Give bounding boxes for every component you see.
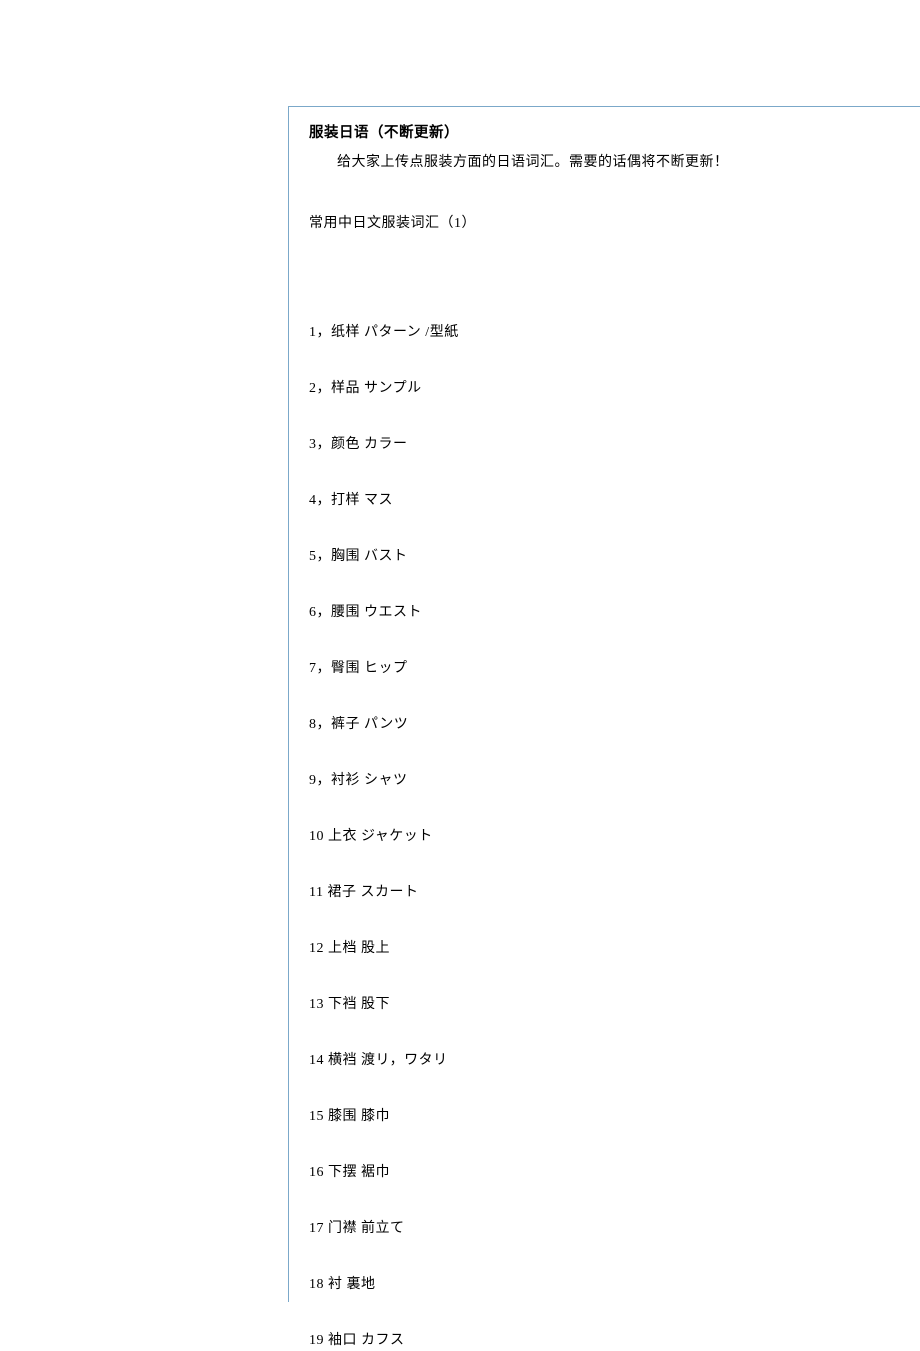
vocab-item: 10 上衣 ジャケット — [309, 826, 900, 847]
vocab-item: 3，颜色 カラー — [309, 434, 900, 455]
vocab-item: 18 衬 裏地 — [309, 1274, 900, 1295]
document-container: 服装日语（不断更新） 给大家上传点服装方面的日语词汇。需要的话偶将不断更新！ 常… — [288, 106, 920, 1302]
vocab-item: 14 横裆 渡リ，ワタリ — [309, 1050, 900, 1071]
vocab-item: 7，臀围 ヒップ — [309, 658, 900, 679]
vocab-item: 8，裤子 パンツ — [309, 714, 900, 735]
vocab-item: 19 袖口 カフス — [309, 1330, 900, 1351]
vocab-item: 16 下摆 裾巾 — [309, 1162, 900, 1183]
document-subtitle: 常用中日文服装词汇（1） — [309, 212, 900, 232]
document-title: 服装日语（不断更新） — [309, 121, 900, 142]
document-intro: 给大家上传点服装方面的日语词汇。需要的话偶将不断更新！ — [309, 152, 900, 174]
vocab-item: 2，样品 サンプル — [309, 378, 900, 399]
vocab-item: 11 裙子 スカート — [309, 882, 900, 903]
vocab-item: 15 膝围 膝巾 — [309, 1106, 900, 1127]
vocab-item: 17 门襟 前立て — [309, 1218, 900, 1239]
vocab-item: 5，胸围 バスト — [309, 546, 900, 567]
vocab-item: 1，纸样 パターン /型紙 — [309, 322, 900, 343]
vocab-item: 6，腰围 ウエスト — [309, 602, 900, 623]
vocab-item: 12 上档 股上 — [309, 938, 900, 959]
vocab-item: 4，打样 マス — [309, 490, 900, 511]
vocab-item: 9，衬衫 シャツ — [309, 770, 900, 791]
vocab-item: 13 下裆 股下 — [309, 994, 900, 1015]
